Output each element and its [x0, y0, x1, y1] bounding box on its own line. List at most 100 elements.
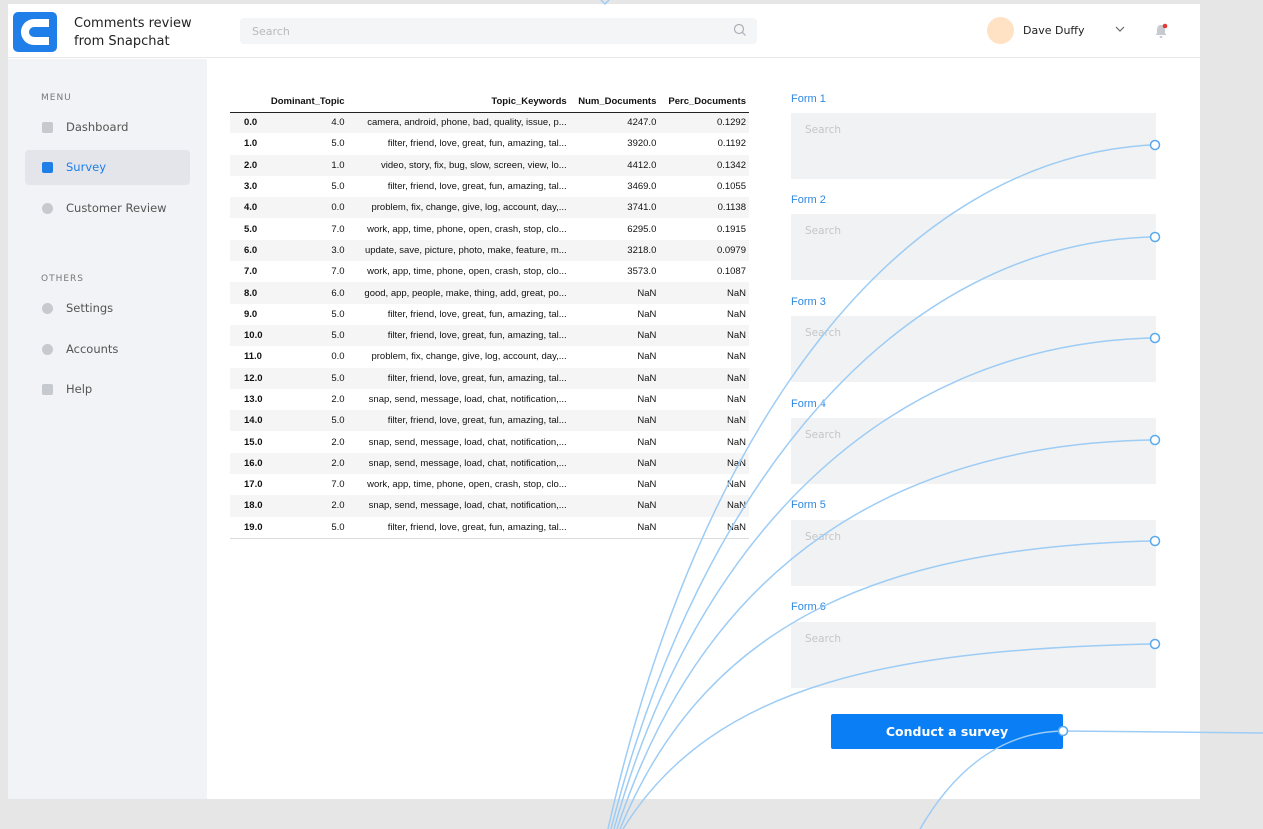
sidebar-item-label: Survey	[66, 160, 107, 174]
sidebar-item-label: Dashboard	[66, 120, 129, 134]
sidebar-item-customer-review[interactable]: Customer Review	[25, 191, 190, 226]
row-index: 5.0	[244, 223, 258, 235]
form-3-label: Form 3	[791, 296, 826, 308]
chevron-down-icon[interactable]	[1115, 26, 1125, 33]
table-cell: NaN	[637, 457, 657, 469]
table-cell: work, app, time, phone, open, crash, sto…	[367, 479, 567, 491]
row-index: 9.0	[244, 308, 258, 320]
table-bottom-rule	[230, 538, 749, 539]
conduct-survey-button[interactable]: Conduct a survey	[831, 714, 1063, 749]
topics-table-container: Dominant_Topic Topic_Keywords Num_Docume…	[230, 91, 750, 539]
table-cell: filter, friend, love, great, fun, amazin…	[387, 138, 567, 150]
chart-icon	[42, 122, 53, 133]
table-cell: 2.0	[331, 457, 345, 469]
table-cell: NaN	[637, 479, 657, 491]
form-2-input[interactable]	[791, 214, 1156, 280]
table-cell: 0.1192	[717, 138, 746, 150]
form-3-input[interactable]	[791, 316, 1156, 382]
table-cell: 0.1138	[717, 202, 746, 214]
search-bar[interactable]	[240, 18, 757, 44]
table-cell: 6.0	[331, 287, 345, 299]
table-cell: 5.0	[331, 330, 345, 342]
table-cell: 2.0	[331, 500, 345, 512]
search-input[interactable]	[240, 18, 720, 44]
table-cell: snap, send, message, load, chat, notific…	[368, 436, 567, 448]
search-icon[interactable]	[733, 23, 747, 37]
app-logo[interactable]	[13, 12, 57, 52]
sidebar-item-dashboard[interactable]: Dashboard	[25, 110, 190, 145]
table-row: 17.0 7.0 work, app, time, phone, open, cra…	[230, 474, 749, 495]
table-row: 15.0 2.0 snap, send, message, load, chat, …	[230, 431, 749, 452]
row-index: 0.0	[244, 117, 258, 129]
form-1-input[interactable]	[791, 113, 1156, 179]
form-6-input[interactable]	[791, 622, 1156, 688]
table-cell: update, save, picture, photo, make, feat…	[364, 244, 567, 256]
table-cell: 7.0	[331, 266, 345, 278]
user-name[interactable]: Dave Duffy	[1023, 24, 1085, 37]
table-cell: 3.0	[331, 244, 345, 256]
column-header	[230, 91, 268, 113]
form-4-field[interactable]	[791, 418, 1156, 484]
table-cell: 7.0	[331, 223, 345, 235]
table-row: 11.0 0.0 problem, fix, change, give, log, …	[230, 346, 749, 367]
row-index: 12.0	[244, 372, 263, 384]
row-index: 7.0	[244, 266, 258, 278]
row-index: 11.0	[244, 351, 262, 363]
table-cell: camera, android, phone, bad, quality, is…	[367, 117, 567, 129]
document-icon	[42, 162, 53, 173]
row-index: 8.0	[244, 287, 258, 299]
table-cell: filter, friend, love, great, fun, amazin…	[387, 415, 567, 427]
table-row: 2.0 1.0 video, story, fix, bug, slow, scre…	[230, 154, 749, 176]
table-cell: 5.0	[331, 181, 345, 193]
avatar[interactable]	[987, 17, 1014, 44]
table-cell: NaN	[726, 415, 746, 427]
others-heading: OTHERS	[41, 274, 85, 284]
sidebar-item-label: Settings	[66, 301, 114, 315]
table-row: 4.0 0.0 problem, fix, change, give, log, a…	[230, 197, 749, 219]
table-header-row: Dominant_Topic Topic_Keywords Num_Docume…	[230, 91, 749, 113]
table-row: 9.0 5.0 filter, friend, love, great, fun, …	[230, 304, 749, 325]
table-cell: video, story, fix, bug, slow, screen, vi…	[381, 159, 567, 171]
table-cell: NaN	[726, 351, 746, 363]
sidebar-item-settings[interactable]: Settings	[25, 291, 190, 326]
table-cell: 1.0	[331, 159, 345, 171]
table-cell: 5.0	[331, 308, 345, 320]
table-cell: 0.1087	[716, 266, 746, 278]
table-cell: 3218.0	[627, 244, 657, 256]
table-cell: snap, send, message, load, chat, notific…	[368, 500, 567, 512]
sidebar-item-accounts[interactable]: Accounts	[25, 332, 190, 367]
table-cell: filter, friend, love, great, fun, amazin…	[387, 521, 567, 533]
table-cell: 7.0	[331, 479, 345, 491]
table-cell: problem, fix, change, give, log, account…	[371, 351, 567, 363]
table-cell: NaN	[637, 308, 657, 320]
table-row: 1.0 5.0 filter, friend, love, great, fun, …	[230, 133, 749, 154]
table-cell: 0.0	[331, 351, 345, 363]
form-3-field[interactable]	[791, 316, 1156, 382]
sidebar-item-help[interactable]: Help	[25, 372, 190, 407]
user-icon	[42, 344, 53, 355]
form-5-input[interactable]	[791, 520, 1156, 586]
table-cell: 5.0	[331, 138, 345, 150]
column-header: Num_Documents	[569, 91, 660, 113]
table-cell: 5.0	[331, 521, 345, 533]
bell-icon[interactable]	[1154, 23, 1168, 39]
form-2-field[interactable]	[791, 214, 1156, 280]
table-cell: 3573.0	[627, 266, 657, 278]
form-1-field[interactable]	[791, 113, 1156, 179]
top-bar: Comments review from Snapchat Dave Duffy	[8, 4, 1200, 58]
sidebar-item-survey[interactable]: Survey	[25, 150, 190, 185]
form-5-field[interactable]	[791, 520, 1156, 586]
form-4-input[interactable]	[791, 418, 1156, 484]
column-header: Topic_Keywords	[347, 91, 570, 113]
row-index: 17.0	[244, 479, 263, 491]
form-5-label: Form 5	[791, 499, 826, 511]
table-cell: filter, friend, love, great, fun, amazin…	[387, 372, 567, 384]
table-cell: 2.0	[331, 436, 345, 448]
row-index: 6.0	[244, 244, 258, 256]
table-cell: 6295.0	[627, 223, 657, 235]
form-6-field[interactable]	[791, 622, 1156, 688]
table-cell: NaN	[637, 500, 657, 512]
table-row: 13.0 2.0 snap, send, message, load, chat, …	[230, 389, 749, 410]
table-cell: 0.0979	[716, 244, 746, 256]
form-4-label: Form 4	[791, 398, 826, 410]
